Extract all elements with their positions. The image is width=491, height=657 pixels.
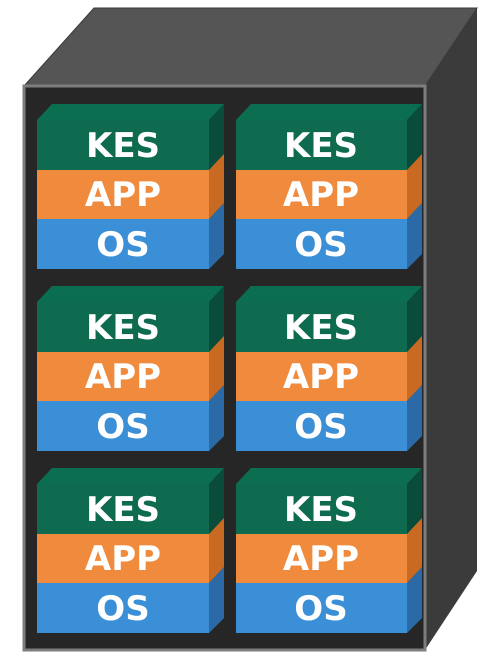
kes-label: KES (284, 126, 358, 166)
kes-label: KES (284, 308, 358, 348)
os-label: OS (294, 225, 347, 265)
stack-2: KES APP OS (236, 104, 422, 269)
stack-4: KES APP OS (236, 286, 422, 451)
os-label: OS (96, 407, 149, 447)
os-label: OS (96, 589, 149, 629)
app-label: APP (283, 357, 359, 397)
app-label: APP (283, 539, 359, 579)
stack-1: KES APP OS (37, 104, 224, 269)
app-label: APP (85, 175, 161, 215)
app-label: APP (283, 175, 359, 215)
server-side-face (425, 8, 477, 650)
kes-label: KES (86, 490, 160, 530)
server-stack-diagram: KES APP OS KES APP OS KES APP OS KES APP… (22, 7, 478, 652)
stack-3: KES APP OS (37, 286, 224, 451)
kes-label: KES (86, 308, 160, 348)
os-label: OS (294, 589, 347, 629)
app-label: APP (85, 357, 161, 397)
kes-label: KES (284, 490, 358, 530)
os-label: OS (294, 407, 347, 447)
stack-5: KES APP OS (37, 468, 224, 633)
app-label: APP (85, 539, 161, 579)
stack-6: KES APP OS (236, 468, 422, 633)
server-top-face (22, 7, 478, 87)
kes-label: KES (86, 126, 160, 166)
os-label: OS (96, 225, 149, 265)
